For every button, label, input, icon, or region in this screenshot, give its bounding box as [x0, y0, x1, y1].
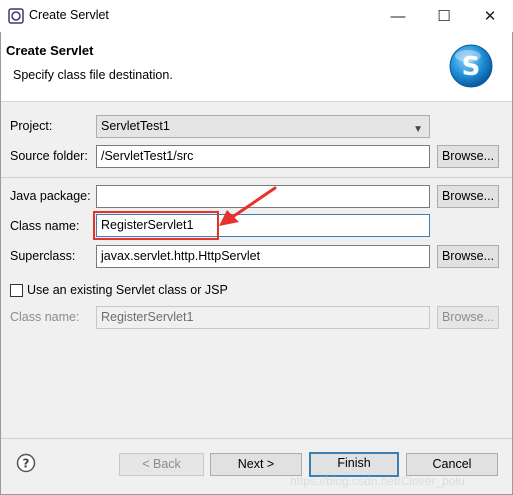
superclass-label: Superclass: [10, 249, 76, 263]
watermark-text: https://blog.csdn.net/Clover_polu [290, 474, 465, 488]
window-title: Create Servlet [29, 8, 109, 22]
superclass-browse-button[interactable]: Browse... [437, 245, 499, 268]
footer-separator [1, 438, 512, 439]
minimize-button[interactable]: — [375, 0, 421, 32]
cancel-button[interactable]: Cancel [406, 453, 498, 476]
svg-text:?: ? [23, 457, 30, 471]
annotation-highlight-box [93, 211, 219, 240]
chevron-down-icon: ▼ [413, 124, 423, 135]
close-button[interactable]: ✕ [467, 0, 513, 32]
use-existing-label[interactable]: Use an existing Servlet class or JSP [27, 279, 228, 301]
source-folder-browse-button[interactable]: Browse... [437, 145, 499, 168]
existing-class-browse-button: Browse... [437, 306, 499, 329]
project-label: Project: [10, 119, 53, 133]
servlet-logo-icon: S [449, 44, 493, 88]
existing-class-name-field: RegisterServlet1 [96, 306, 430, 329]
project-select[interactable]: ServletTest1 ▼ [96, 115, 430, 138]
maximize-button[interactable]: ☐ [421, 0, 467, 32]
back-button: < Back [119, 453, 204, 476]
existing-class-name-label: Class name: [10, 310, 80, 324]
project-select-value: ServletTest1 [101, 119, 170, 133]
java-package-label: Java package: [10, 189, 91, 203]
help-icon[interactable]: ? [16, 453, 36, 473]
source-folder-label: Source folder: [10, 149, 88, 163]
svg-text:S: S [462, 52, 481, 82]
java-package-browse-button[interactable]: Browse... [437, 185, 499, 208]
annotation-arrow-icon [219, 186, 277, 226]
banner-description: Specify class file destination. [13, 68, 173, 82]
superclass-field[interactable]: javax.servlet.http.HttpServlet [96, 245, 430, 268]
banner-title: Create Servlet [6, 43, 94, 58]
class-name-label: Class name: [10, 219, 80, 233]
next-button[interactable]: Next > [210, 453, 302, 476]
eclipse-app-icon [8, 8, 24, 24]
source-folder-field[interactable]: /ServletTest1/src [96, 145, 430, 168]
use-existing-checkbox[interactable] [10, 284, 23, 297]
separator [1, 177, 512, 178]
